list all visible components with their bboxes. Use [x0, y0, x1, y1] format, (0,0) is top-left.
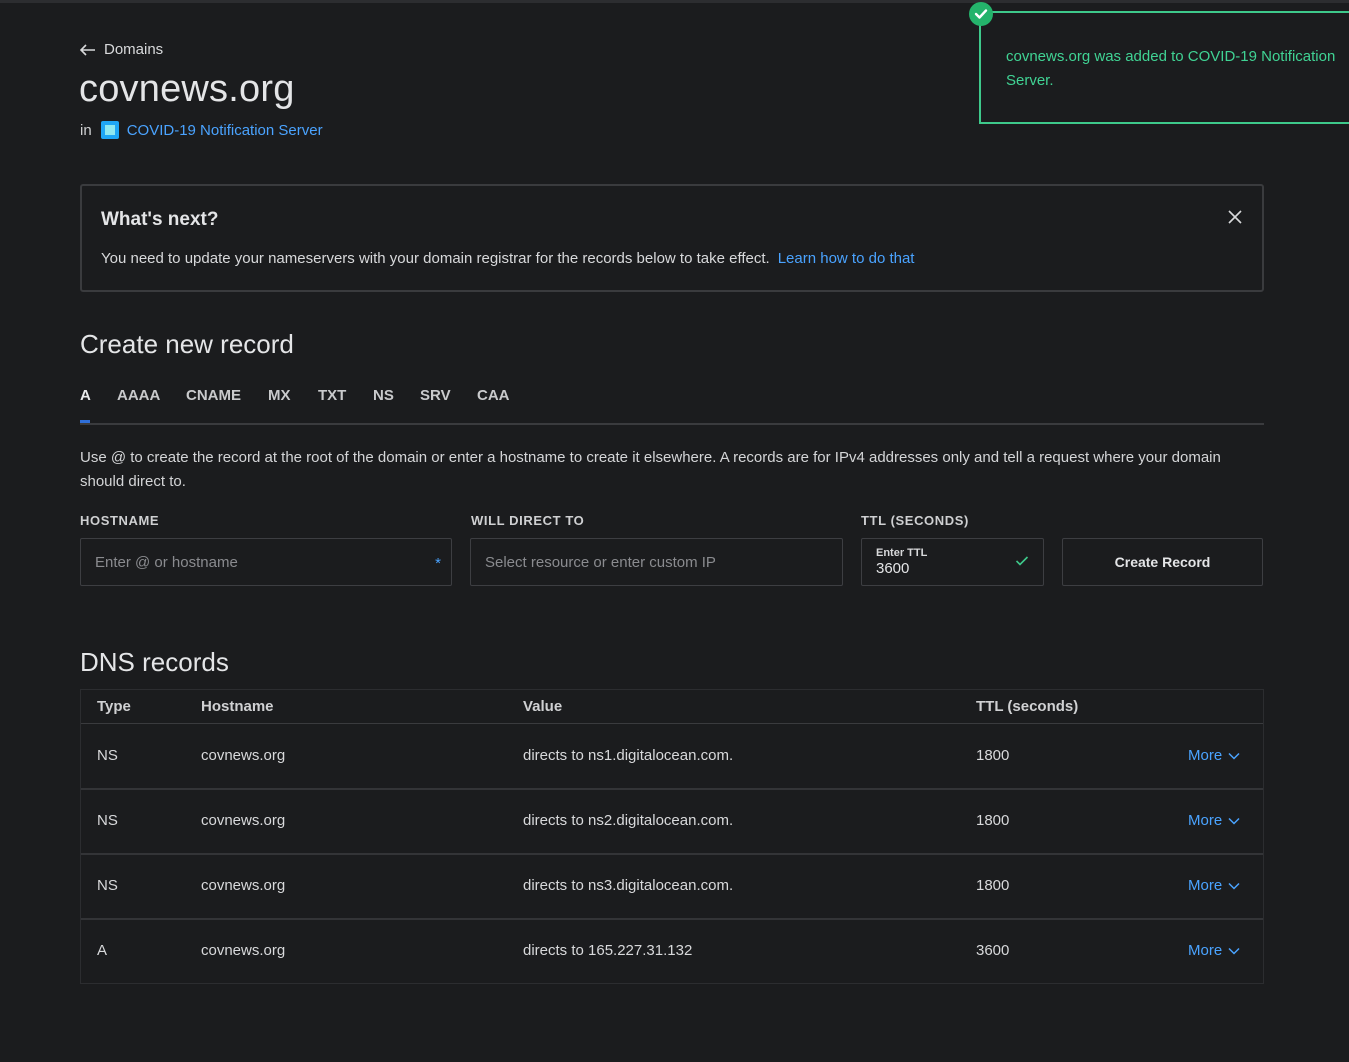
record-description: Use @ to create the record at the root o…: [80, 449, 1221, 490]
direct-to-label: WILL DIRECT TO: [471, 513, 585, 528]
tab-aaaa[interactable]: AAAA: [117, 387, 160, 404]
page-title: covnews.org: [79, 68, 295, 110]
whats-next-body: You need to update your nameservers with…: [101, 250, 914, 267]
tab-txt[interactable]: TXT: [318, 387, 346, 404]
ttl-input-value[interactable]: 3600: [876, 560, 909, 577]
record-ttl: 3600: [976, 942, 1010, 959]
back-label: Domains: [104, 41, 164, 58]
record-hostname: covnews.org: [201, 877, 286, 894]
more-menu-button[interactable]: More: [1188, 877, 1240, 894]
whats-next-panel: What's next? You need to update your nam…: [80, 184, 1264, 292]
record-hostname: covnews.org: [201, 942, 286, 959]
chevron-down-icon: [1228, 817, 1240, 825]
hostname-field: *: [80, 538, 452, 586]
more-menu-button[interactable]: More: [1188, 747, 1240, 764]
project-icon: [100, 121, 119, 139]
arrow-left-icon: [80, 43, 95, 56]
in-label: in: [80, 121, 92, 139]
record-type: NS: [97, 747, 118, 764]
whats-next-text: You need to update your nameservers with…: [101, 250, 770, 267]
check-icon: [1015, 556, 1029, 566]
tab-cname[interactable]: CNAME: [186, 387, 241, 404]
more-label: More: [1188, 812, 1223, 829]
whats-next-title: What's next?: [101, 209, 219, 230]
back-to-domains-link[interactable]: Domains: [80, 41, 163, 58]
col-value: Value: [523, 698, 563, 715]
record-hostname: covnews.org: [201, 812, 286, 829]
col-ttl: TTL (seconds): [976, 698, 1079, 715]
ttl-field[interactable]: Enter TTL 3600: [861, 538, 1044, 586]
record-value: directs to ns1.digitalocean.com.: [523, 747, 734, 764]
chevron-down-icon: [1228, 947, 1240, 955]
hostname-label: HOSTNAME: [80, 513, 160, 528]
close-icon[interactable]: [1226, 208, 1244, 226]
chevron-down-icon: [1228, 752, 1240, 760]
ttl-field-label: Enter TTL: [876, 547, 928, 559]
record-ttl: 1800: [976, 877, 1010, 894]
record-type: NS: [97, 877, 118, 894]
col-hostname: Hostname: [201, 698, 274, 715]
ttl-label: TTL (SECONDS): [861, 513, 969, 528]
direct-to-input[interactable]: [471, 539, 842, 585]
tab-caa[interactable]: CAA: [477, 387, 510, 404]
tab-ns[interactable]: NS: [373, 387, 394, 404]
record-ttl: 1800: [976, 747, 1010, 764]
create-record-heading: Create new record: [80, 329, 294, 359]
tab-srv[interactable]: SRV: [420, 387, 451, 404]
record-value: directs to 165.227.31.132: [523, 942, 693, 959]
record-value: directs to ns3.digitalocean.com.: [523, 877, 734, 894]
table-header: Type Hostname Value TTL (seconds): [81, 690, 1263, 724]
record-type-tabs: A AAAA CNAME MX TXT NS SRV CAA: [80, 385, 1264, 425]
more-menu-button[interactable]: More: [1188, 812, 1240, 829]
learn-how-link[interactable]: Learn how to do that: [778, 250, 915, 267]
tab-mx[interactable]: MX: [268, 387, 291, 404]
project-link[interactable]: COVID-19 Notification Server: [127, 122, 323, 139]
success-toast: covnews.org was added to COVID-19 Notifi…: [979, 11, 1349, 124]
col-type: Type: [97, 698, 131, 715]
record-ttl: 1800: [976, 812, 1010, 829]
table-row: NS covnews.org directs to ns2.digitaloce…: [81, 789, 1263, 855]
record-type: A: [97, 942, 108, 959]
more-menu-button[interactable]: More: [1188, 942, 1240, 959]
table-row: NS covnews.org directs to ns1.digitaloce…: [81, 724, 1263, 790]
top-divider: [0, 0, 1349, 3]
active-tab-indicator: [80, 420, 90, 423]
more-label: More: [1188, 747, 1223, 764]
toast-message: covnews.org was added to COVID-19 Notifi…: [1006, 48, 1336, 89]
check-circle-icon: [969, 2, 993, 26]
table-row: NS covnews.org directs to ns3.digitaloce…: [81, 854, 1263, 920]
table-row: A covnews.org directs to 165.227.31.132 …: [81, 919, 1263, 983]
required-marker: *: [435, 555, 441, 572]
create-record-button[interactable]: Create Record: [1062, 538, 1263, 586]
hostname-input[interactable]: [81, 539, 451, 585]
project-line: in COVID-19 Notification Server: [80, 121, 323, 139]
record-type: NS: [97, 812, 118, 829]
dns-records-table: Type Hostname Value TTL (seconds) NS cov…: [80, 689, 1264, 984]
tab-a[interactable]: A: [80, 387, 91, 404]
direct-to-field: [470, 538, 843, 586]
more-label: More: [1188, 877, 1223, 894]
dns-records-heading: DNS records: [80, 647, 229, 677]
record-hostname: covnews.org: [201, 747, 286, 764]
chevron-down-icon: [1228, 882, 1240, 890]
record-value: directs to ns2.digitalocean.com.: [523, 812, 734, 829]
more-label: More: [1188, 942, 1223, 959]
